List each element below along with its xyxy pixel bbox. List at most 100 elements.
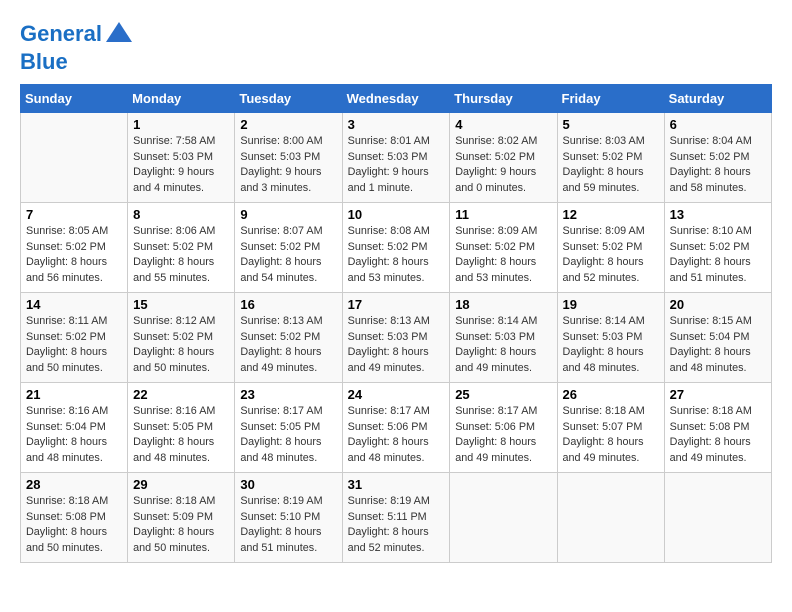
day-number: 22: [133, 387, 229, 402]
calendar-cell: 9 Sunrise: 8:07 AM Sunset: 5:02 PM Daylig…: [235, 203, 342, 293]
day-number: 30: [240, 477, 336, 492]
calendar-cell: 27 Sunrise: 8:18 AM Sunset: 5:08 PM Dayli…: [664, 383, 771, 473]
day-number: 24: [348, 387, 445, 402]
day-info: Sunrise: 8:06 AM Sunset: 5:02 PM Dayligh…: [133, 224, 229, 287]
day-number: 6: [670, 117, 766, 132]
day-info: Sunrise: 8:17 AM Sunset: 5:06 PM Dayligh…: [348, 404, 445, 467]
day-number: 4: [455, 117, 551, 132]
day-number: 15: [133, 297, 229, 312]
day-info: Sunrise: 8:05 AM Sunset: 5:02 PM Dayligh…: [26, 224, 122, 287]
day-number: 14: [26, 297, 122, 312]
day-info: Sunrise: 8:09 AM Sunset: 5:02 PM Dayligh…: [563, 224, 659, 287]
calendar-cell: 22Sunrise: 8:16 AM Sunset: 5:05 PM Dayli…: [128, 383, 235, 473]
day-number: 1: [133, 117, 229, 132]
day-info: Sunrise: 8:17 AM Sunset: 5:05 PM Dayligh…: [240, 404, 336, 467]
day-number: 20: [670, 297, 766, 312]
weekday-header-thursday: Thursday: [450, 85, 557, 113]
calendar-cell: [450, 473, 557, 563]
calendar-cell: 1 Sunrise: 7:58 AM Sunset: 5:03 PM Daylig…: [128, 113, 235, 203]
calendar-cell: 12 Sunrise: 8:09 AM Sunset: 5:02 PM Dayli…: [557, 203, 664, 293]
day-number: 7: [26, 207, 122, 222]
day-info: Sunrise: 8:08 AM Sunset: 5:02 PM Dayligh…: [348, 224, 445, 287]
day-info: Sunrise: 8:04 AM Sunset: 5:02 PM Dayligh…: [670, 134, 766, 197]
calendar-cell: 4 Sunrise: 8:02 AM Sunset: 5:02 PM Daylig…: [450, 113, 557, 203]
calendar-cell: 11Sunrise: 8:09 AM Sunset: 5:02 PM Dayli…: [450, 203, 557, 293]
day-number: 26: [563, 387, 659, 402]
day-info: Sunrise: 8:18 AM Sunset: 5:09 PM Dayligh…: [133, 494, 229, 557]
day-info: Sunrise: 8:09 AM Sunset: 5:02 PM Dayligh…: [455, 224, 551, 287]
calendar-week-3: 14Sunrise: 8:11 AM Sunset: 5:02 PM Dayli…: [21, 293, 772, 383]
day-number: 8: [133, 207, 229, 222]
logo-text: GeneralBlue: [20, 20, 134, 74]
calendar-cell: 2 Sunrise: 8:00 AM Sunset: 5:03 PM Daylig…: [235, 113, 342, 203]
calendar-cell: 7 Sunrise: 8:05 AM Sunset: 5:02 PM Daylig…: [21, 203, 128, 293]
calendar-cell: 10 Sunrise: 8:08 AM Sunset: 5:02 PM Dayli…: [342, 203, 450, 293]
calendar-cell: 17Sunrise: 8:13 AM Sunset: 5:03 PM Dayli…: [342, 293, 450, 383]
day-number: 9: [240, 207, 336, 222]
day-info: Sunrise: 8:19 AM Sunset: 5:11 PM Dayligh…: [348, 494, 445, 557]
page-header: GeneralBlue: [20, 20, 772, 74]
calendar-cell: 26 Sunrise: 8:18 AM Sunset: 5:07 PM Dayli…: [557, 383, 664, 473]
day-info: Sunrise: 8:07 AM Sunset: 5:02 PM Dayligh…: [240, 224, 336, 287]
weekday-header-friday: Friday: [557, 85, 664, 113]
calendar-cell: 6 Sunrise: 8:04 AM Sunset: 5:02 PM Daylig…: [664, 113, 771, 203]
day-number: 19: [563, 297, 659, 312]
calendar-cell: 29 Sunrise: 8:18 AM Sunset: 5:09 PM Dayli…: [128, 473, 235, 563]
day-number: 5: [563, 117, 659, 132]
day-number: 18: [455, 297, 551, 312]
day-info: Sunrise: 8:00 AM Sunset: 5:03 PM Dayligh…: [240, 134, 336, 197]
day-number: 13: [670, 207, 766, 222]
weekday-header-monday: Monday: [128, 85, 235, 113]
calendar-cell: [557, 473, 664, 563]
day-info: Sunrise: 8:15 AM Sunset: 5:04 PM Dayligh…: [670, 314, 766, 377]
day-info: Sunrise: 8:13 AM Sunset: 5:02 PM Dayligh…: [240, 314, 336, 377]
weekday-header-tuesday: Tuesday: [235, 85, 342, 113]
day-info: Sunrise: 8:02 AM Sunset: 5:02 PM Dayligh…: [455, 134, 551, 197]
day-number: 25: [455, 387, 551, 402]
calendar-week-1: 1 Sunrise: 7:58 AM Sunset: 5:03 PM Daylig…: [21, 113, 772, 203]
calendar-cell: 19 Sunrise: 8:14 AM Sunset: 5:03 PM Dayli…: [557, 293, 664, 383]
calendar-body: 1 Sunrise: 7:58 AM Sunset: 5:03 PM Daylig…: [21, 113, 772, 563]
calendar-cell: 28Sunrise: 8:18 AM Sunset: 5:08 PM Dayli…: [21, 473, 128, 563]
day-info: Sunrise: 8:19 AM Sunset: 5:10 PM Dayligh…: [240, 494, 336, 557]
weekday-header-saturday: Saturday: [664, 85, 771, 113]
weekday-header-row: SundayMondayTuesdayWednesdayThursdayFrid…: [21, 85, 772, 113]
day-number: 10: [348, 207, 445, 222]
calendar-week-5: 28Sunrise: 8:18 AM Sunset: 5:08 PM Dayli…: [21, 473, 772, 563]
day-number: 2: [240, 117, 336, 132]
calendar-cell: 3 Sunrise: 8:01 AM Sunset: 5:03 PM Daylig…: [342, 113, 450, 203]
calendar-cell: 21 Sunrise: 8:16 AM Sunset: 5:04 PM Dayli…: [21, 383, 128, 473]
calendar-table: SundayMondayTuesdayWednesdayThursdayFrid…: [20, 84, 772, 563]
calendar-header: SundayMondayTuesdayWednesdayThursdayFrid…: [21, 85, 772, 113]
day-info: Sunrise: 8:14 AM Sunset: 5:03 PM Dayligh…: [563, 314, 659, 377]
day-info: Sunrise: 8:10 AM Sunset: 5:02 PM Dayligh…: [670, 224, 766, 287]
calendar-cell: 25Sunrise: 8:17 AM Sunset: 5:06 PM Dayli…: [450, 383, 557, 473]
day-number: 12: [563, 207, 659, 222]
calendar-cell: 24 Sunrise: 8:17 AM Sunset: 5:06 PM Dayli…: [342, 383, 450, 473]
day-info: Sunrise: 8:18 AM Sunset: 5:07 PM Dayligh…: [563, 404, 659, 467]
day-info: Sunrise: 8:03 AM Sunset: 5:02 PM Dayligh…: [563, 134, 659, 197]
day-info: Sunrise: 8:13 AM Sunset: 5:03 PM Dayligh…: [348, 314, 445, 377]
day-number: 3: [348, 117, 445, 132]
day-number: 21: [26, 387, 122, 402]
weekday-header-wednesday: Wednesday: [342, 85, 450, 113]
calendar-cell: 15 Sunrise: 8:12 AM Sunset: 5:02 PM Dayli…: [128, 293, 235, 383]
calendar-cell: 14Sunrise: 8:11 AM Sunset: 5:02 PM Dayli…: [21, 293, 128, 383]
day-info: Sunrise: 8:18 AM Sunset: 5:08 PM Dayligh…: [670, 404, 766, 467]
calendar-cell: 16 Sunrise: 8:13 AM Sunset: 5:02 PM Dayli…: [235, 293, 342, 383]
calendar-cell: [21, 113, 128, 203]
day-number: 16: [240, 297, 336, 312]
calendar-week-4: 21 Sunrise: 8:16 AM Sunset: 5:04 PM Dayli…: [21, 383, 772, 473]
day-info: Sunrise: 8:12 AM Sunset: 5:02 PM Dayligh…: [133, 314, 229, 377]
day-number: 27: [670, 387, 766, 402]
day-number: 31: [348, 477, 445, 492]
day-info: Sunrise: 8:01 AM Sunset: 5:03 PM Dayligh…: [348, 134, 445, 197]
calendar-cell: 31 Sunrise: 8:19 AM Sunset: 5:11 PM Dayli…: [342, 473, 450, 563]
logo-icon: [104, 20, 134, 50]
day-info: Sunrise: 7:58 AM Sunset: 5:03 PM Dayligh…: [133, 134, 229, 197]
day-info: Sunrise: 8:16 AM Sunset: 5:04 PM Dayligh…: [26, 404, 122, 467]
calendar-cell: 18Sunrise: 8:14 AM Sunset: 5:03 PM Dayli…: [450, 293, 557, 383]
calendar-cell: 23Sunrise: 8:17 AM Sunset: 5:05 PM Dayli…: [235, 383, 342, 473]
day-number: 29: [133, 477, 229, 492]
logo: GeneralBlue: [20, 20, 134, 74]
